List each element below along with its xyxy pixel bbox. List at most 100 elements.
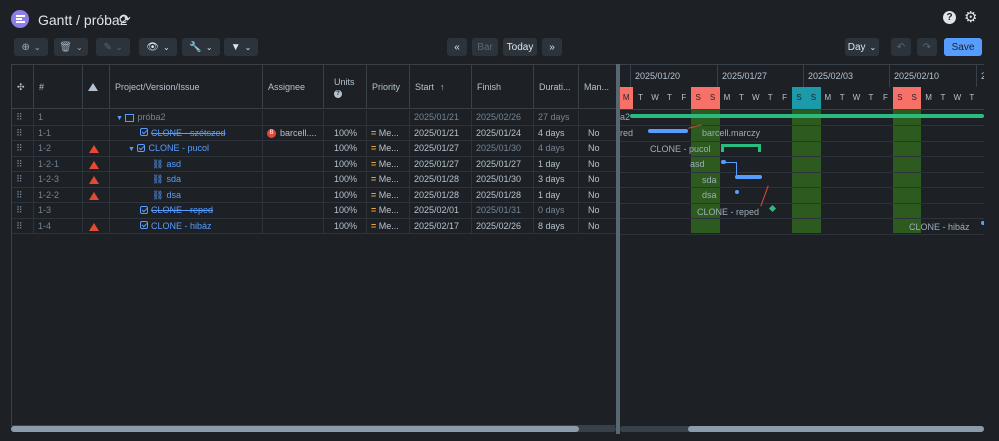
duration[interactable]: 0 days: [534, 203, 579, 219]
issue-title[interactable]: CLONE - pucol: [148, 143, 209, 153]
start-date[interactable]: 2025/01/21: [410, 110, 472, 126]
issue-title[interactable]: CLONE - hibáz: [151, 221, 212, 231]
drag-handle-icon[interactable]: ⠿: [12, 203, 34, 219]
start-date[interactable]: 2025/01/21: [410, 125, 472, 141]
zoom-select[interactable]: Day ⌄: [845, 38, 879, 56]
column-header-finish[interactable]: Finish: [472, 65, 534, 109]
column-header-assignee[interactable]: Assignee: [263, 65, 324, 109]
collapse-caret-icon[interactable]: ▼: [116, 115, 123, 122]
drag-handle-icon[interactable]: ⠿: [12, 187, 34, 203]
view-button[interactable]: 👁 ⌄: [139, 38, 177, 56]
table-row[interactable]: ⠿ 1-2-3 ⛓ sda 100% = Me... 2025/01/28 202…: [12, 172, 616, 188]
issue-title[interactable]: dsa: [166, 190, 181, 200]
issue-title[interactable]: sda: [166, 174, 181, 184]
table-row[interactable]: ⠿ 1-4 CLONE - hibáz 100% = Me... 2025/02…: [12, 218, 616, 234]
column-header-number[interactable]: #: [34, 65, 83, 109]
app-logo-icon[interactable]: [11, 10, 29, 28]
wrench-icon: 🔧: [189, 41, 202, 53]
summary-bar[interactable]: [721, 144, 761, 147]
start-date[interactable]: 2025/01/27: [410, 156, 472, 172]
duration[interactable]: 3 days: [534, 172, 579, 188]
task-bar[interactable]: [648, 129, 688, 133]
task-bar[interactable]: [735, 175, 762, 179]
column-header-duration[interactable]: Durati...: [534, 65, 579, 109]
table-row[interactable]: ⠿ 1-2 ▼ CLONE - pucol 100% = Me... 2025/…: [12, 141, 616, 157]
finish-date[interactable]: 2025/01/27: [472, 156, 534, 172]
duration[interactable]: 1 day: [534, 156, 579, 172]
undo-button[interactable]: ↶: [891, 38, 911, 56]
add-button[interactable]: ⊕ ⌄: [14, 38, 48, 56]
help-icon[interactable]: ?: [943, 11, 956, 24]
table-row[interactable]: ⠿ 1-3 CLONE - reped 100% = Me... 2025/02…: [12, 203, 616, 219]
pencil-icon: ✎: [103, 41, 112, 53]
milestone-marker[interactable]: [768, 204, 777, 213]
drag-handle-icon[interactable]: ⠿: [12, 218, 34, 234]
filter-button[interactable]: ▼ ⌄: [224, 38, 258, 56]
column-header-start[interactable]: Start ↑: [410, 65, 472, 109]
refresh-icon[interactable]: ⟳: [119, 11, 131, 28]
start-date[interactable]: 2025/01/27: [410, 141, 472, 157]
table-row[interactable]: ⠿ 1-2-1 ⛓ asd 100% = Me... 2025/01/27 202…: [12, 156, 616, 172]
finish-date[interactable]: 2025/01/24: [472, 125, 534, 141]
column-header-units[interactable]: Units?: [324, 65, 367, 109]
double-chevron-right-icon: »: [549, 41, 555, 53]
day-header-cell: T: [969, 93, 975, 102]
issue-title[interactable]: próba2: [137, 112, 165, 122]
start-date[interactable]: 2025/01/28: [410, 172, 472, 188]
column-header-priority[interactable]: Priority: [367, 65, 410, 109]
day-header-cell: T: [839, 93, 845, 102]
finish-date[interactable]: 2025/01/30: [472, 141, 534, 157]
duration[interactable]: 4 days: [534, 125, 579, 141]
column-header-warning[interactable]: [83, 65, 110, 109]
drag-all-icon[interactable]: ✣: [12, 65, 34, 109]
column-header-manual[interactable]: Man...: [579, 65, 616, 109]
redo-icon: ↷: [922, 41, 932, 53]
task-grid: ✣ # Project/Version/Issue Assignee Units…: [11, 64, 616, 426]
finish-date[interactable]: 2025/02/26: [472, 110, 534, 126]
table-row[interactable]: ⠿ 1-2-2 ⛓ dsa 100% = Me... 2025/01/28 202…: [12, 187, 616, 203]
duration[interactable]: 1 day: [534, 187, 579, 203]
task-bar[interactable]: [735, 190, 739, 194]
today-button[interactable]: Today: [503, 38, 537, 56]
assignee-name[interactable]: barcell....: [280, 128, 317, 138]
drag-handle-icon[interactable]: ⠿: [12, 125, 34, 141]
finish-date[interactable]: 2025/02/26: [472, 218, 534, 234]
column-header-issue[interactable]: Project/Version/Issue: [110, 65, 263, 109]
edit-button[interactable]: ✎ ⌄: [96, 38, 130, 56]
issue-title[interactable]: CLONE - szétszed: [151, 128, 226, 138]
tools-button[interactable]: 🔧 ⌄: [182, 38, 220, 56]
finish-date[interactable]: 2025/01/30: [472, 172, 534, 188]
save-button[interactable]: Save: [944, 38, 982, 56]
scroll-next-button[interactable]: »: [542, 38, 562, 56]
redo-button[interactable]: ↷: [917, 38, 937, 56]
bar-button[interactable]: Bar: [472, 38, 498, 56]
table-row[interactable]: ⠿ 1 ▼ próba2 2025/01/21 2025/02/26 27 da…: [12, 110, 616, 126]
issue-title[interactable]: CLONE - reped: [151, 205, 213, 215]
delete-button[interactable]: 🗑 ⌄: [54, 38, 88, 56]
table-row[interactable]: ⠿ 1-1 CLONE - szétszed Bbarcell.... 100%…: [12, 125, 616, 141]
dependency-link[interactable]: [726, 162, 736, 163]
grid-scrollbar-thumb[interactable]: [11, 426, 579, 432]
drag-handle-icon[interactable]: ⠿: [12, 141, 34, 157]
gantt-scrollbar-thumb[interactable]: [688, 426, 984, 432]
start-date[interactable]: 2025/02/17: [410, 218, 472, 234]
day-header-cell: M: [925, 93, 932, 102]
drag-handle-icon[interactable]: ⠿: [12, 156, 34, 172]
finish-date[interactable]: 2025/01/28: [472, 187, 534, 203]
warning-icon: [89, 191, 99, 200]
collapse-caret-icon[interactable]: ▼: [128, 146, 135, 153]
day-header-cell: S: [892, 87, 907, 109]
drag-handle-icon[interactable]: ⠿: [12, 110, 34, 126]
start-date[interactable]: 2025/01/28: [410, 187, 472, 203]
scroll-prev-button[interactable]: «: [447, 38, 467, 56]
drag-handle-icon[interactable]: ⠿: [12, 172, 34, 188]
issue-title[interactable]: asd: [166, 159, 181, 169]
help-icon[interactable]: ?: [334, 89, 342, 98]
duration[interactable]: 27 days: [534, 110, 579, 126]
settings-icon[interactable]: ⚙: [964, 8, 977, 26]
finish-date[interactable]: 2025/01/31: [472, 203, 534, 219]
project-summary-bar[interactable]: [630, 114, 984, 118]
duration[interactable]: 4 days: [534, 141, 579, 157]
duration[interactable]: 8 days: [534, 218, 579, 234]
start-date[interactable]: 2025/02/01: [410, 203, 472, 219]
